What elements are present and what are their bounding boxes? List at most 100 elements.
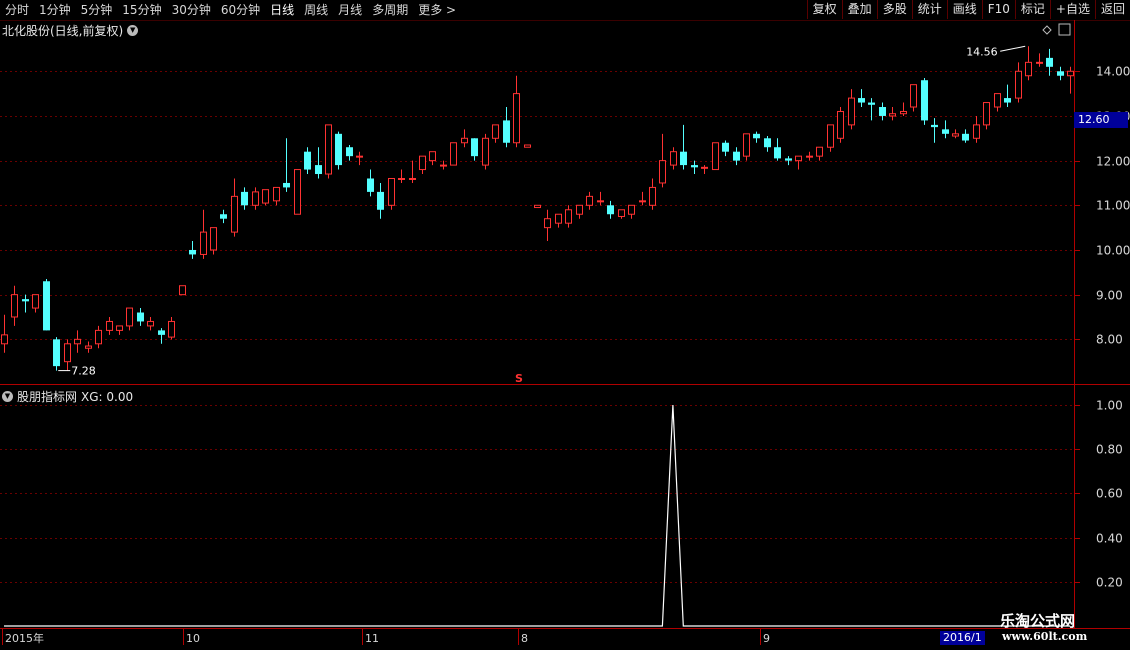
candle-body — [22, 299, 29, 302]
candle-body — [367, 178, 374, 192]
candle-body — [1025, 61, 1032, 77]
candle-body — [743, 133, 750, 157]
candle-body — [335, 133, 342, 166]
candle-body — [273, 186, 280, 202]
indicator-title: 股朋指标网 — [17, 390, 78, 404]
stock-title-bar: 北化股份(日线,前复权) ▼ — [2, 22, 139, 39]
candle-body — [168, 320, 175, 338]
candle-body — [962, 133, 969, 141]
candle-body — [994, 93, 1001, 108]
candle-body — [879, 107, 886, 116]
candle-body — [450, 142, 457, 166]
candle-body — [942, 129, 949, 134]
candle-body — [670, 151, 677, 166]
candle-body — [43, 281, 50, 331]
indicator-axis-label: 0.80 — [1096, 443, 1123, 457]
candle-body — [795, 155, 802, 162]
candle-body — [200, 231, 207, 255]
candle-body — [147, 320, 154, 327]
price-axis-label: 11.00 — [1096, 199, 1130, 213]
candle-body — [753, 133, 760, 139]
panel-toggle-icon — [1058, 23, 1071, 36]
candle-body — [315, 165, 322, 175]
candle-body — [461, 137, 468, 144]
candle-body — [973, 124, 980, 139]
candle-body — [555, 213, 562, 224]
candle-body — [1057, 71, 1064, 76]
candle-body — [722, 142, 729, 152]
candle-body — [816, 146, 823, 157]
candle-body — [848, 97, 855, 126]
candle-body — [868, 102, 875, 105]
candle-body — [586, 195, 593, 206]
candle-body — [900, 110, 907, 115]
candle-body — [889, 113, 896, 117]
candle-body — [1015, 70, 1022, 99]
kline-chart-canvas[interactable]: 14.0013.0012.0011.0010.009.008.001.000.8… — [0, 0, 1130, 650]
high-pointer-line — [1000, 45, 1026, 52]
candle-body — [597, 200, 604, 203]
candle-body — [1067, 70, 1074, 77]
candle-body — [607, 205, 614, 215]
candle-body — [691, 165, 698, 168]
candle-body — [827, 124, 834, 148]
stock-title: 北化股份(日线,前复权) — [2, 24, 124, 38]
candle-body — [701, 166, 708, 169]
candle-body — [618, 209, 625, 217]
high-price-label: 14.56 — [966, 45, 998, 58]
candle-body — [910, 84, 917, 108]
candle-body — [53, 339, 60, 367]
candle-body — [534, 204, 541, 209]
xg-indicator-line — [4, 404, 1070, 627]
candle-body — [503, 120, 510, 143]
diamond-icon — [1042, 25, 1052, 35]
candle-body — [921, 80, 928, 121]
date-axis-label: 8 — [521, 632, 528, 645]
candle-body — [806, 155, 813, 158]
candle-body — [544, 218, 551, 229]
candle-body — [952, 133, 959, 137]
candle-body — [126, 307, 133, 327]
price-axis-label: 12.00 — [1096, 155, 1130, 169]
candle-body — [116, 325, 123, 331]
candle-body — [241, 191, 248, 206]
candle-body — [785, 158, 792, 161]
candle-body — [304, 151, 311, 170]
candle-body — [11, 294, 18, 318]
price-axis-label: 10.00 — [1096, 244, 1130, 258]
candle-body — [74, 338, 81, 345]
candle-body — [639, 200, 646, 203]
candle-body — [1046, 57, 1053, 67]
date-axis-end-label: 2016/1 — [940, 631, 985, 645]
chevron-down-icon[interactable]: ▼ — [127, 25, 139, 36]
date-axis-label: 11 — [365, 632, 379, 645]
candle-body — [565, 209, 572, 224]
candle-body — [85, 345, 92, 349]
candle-body — [409, 177, 416, 180]
watermark-title: 乐淘公式网 — [1000, 612, 1076, 630]
candle-body — [252, 191, 259, 206]
date-axis-label: 9 — [763, 632, 770, 645]
price-axis-label: 9.00 — [1096, 289, 1123, 303]
indicator-axis-label: 0.40 — [1096, 532, 1123, 546]
candle-body — [983, 102, 990, 126]
candle-body — [440, 164, 447, 167]
candle-body — [137, 312, 144, 322]
candle-body — [189, 249, 196, 255]
candle-body — [106, 320, 113, 331]
candle-body — [388, 177, 395, 206]
candle-body — [377, 191, 384, 210]
candle-body — [680, 151, 687, 166]
candle-body — [179, 285, 186, 296]
candle-body — [659, 160, 666, 184]
candle-body — [1036, 61, 1043, 64]
candle-body — [231, 195, 238, 233]
price-axis-label: 8.00 — [1096, 333, 1123, 347]
candle-body — [1004, 98, 1011, 103]
candle-body — [524, 144, 531, 148]
chevron-down-icon[interactable]: ▼ — [2, 391, 13, 402]
candle-body — [220, 214, 227, 219]
candle-body — [576, 204, 583, 215]
candle-body — [712, 142, 719, 171]
candle-body — [649, 186, 656, 206]
